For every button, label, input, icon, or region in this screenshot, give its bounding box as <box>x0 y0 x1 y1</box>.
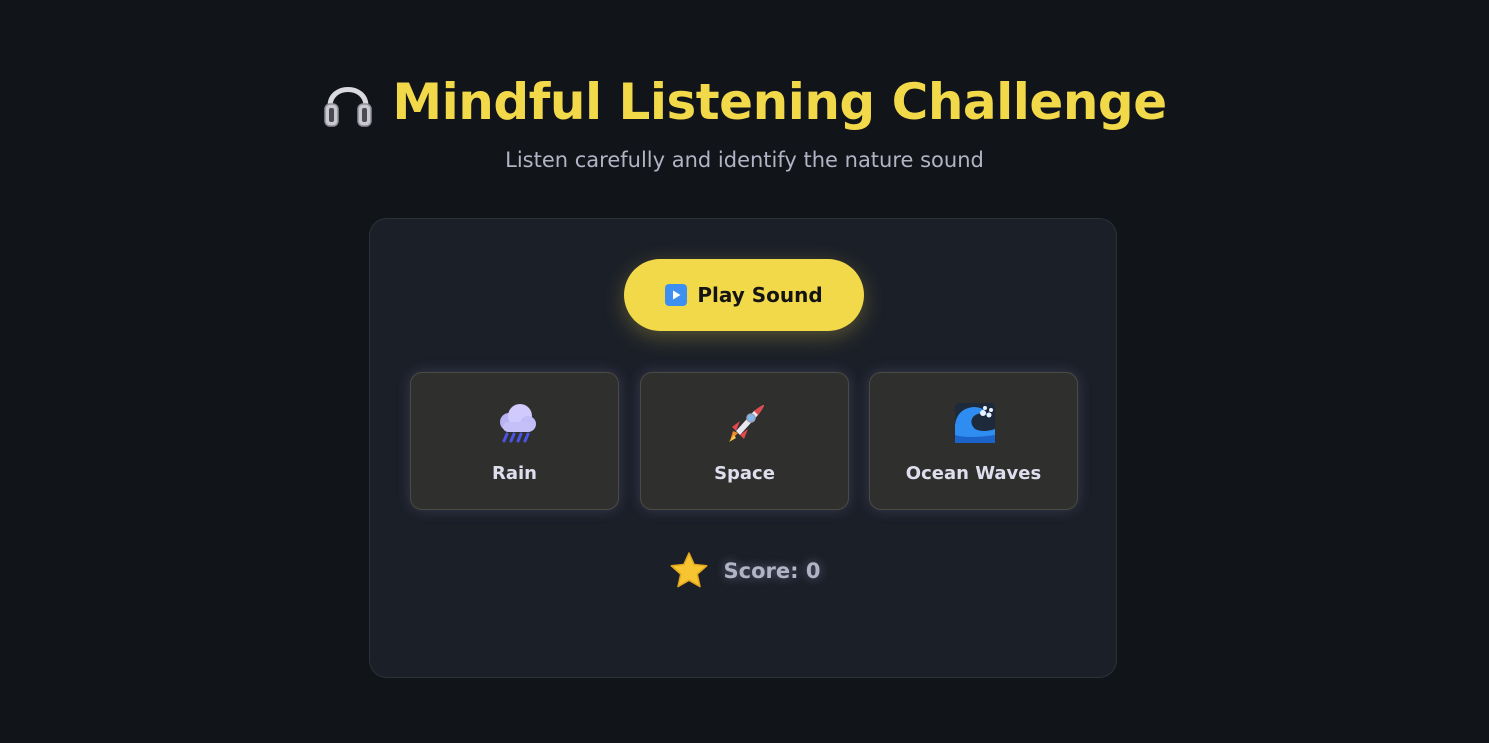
play-icon <box>665 284 688 306</box>
option-rain[interactable]: Rain <box>410 372 619 510</box>
option-label: Space <box>714 463 775 484</box>
option-space[interactable]: Space <box>640 372 849 510</box>
option-label: Rain <box>492 463 537 484</box>
play-sound-label: Play Sound <box>697 283 823 307</box>
option-ocean-waves[interactable]: Ocean Waves <box>869 372 1078 510</box>
sound-options: Rain Space Ocean Waves <box>410 372 1078 510</box>
page-subtitle: Listen carefully and identify the nature… <box>505 148 984 172</box>
score: Score: 0 <box>370 549 1118 593</box>
header: Mindful Listening Challenge <box>0 70 1489 134</box>
page: Mindful Listening Challenge Listen caref… <box>0 0 1489 743</box>
headphones-icon <box>324 87 373 127</box>
option-label: Ocean Waves <box>905 463 1042 484</box>
game-card: Play Sound Rain Space Ocean Waves Score:… <box>369 218 1117 678</box>
play-sound-button[interactable]: Play Sound <box>624 259 864 331</box>
rain-cloud-icon <box>500 404 536 443</box>
wave-icon <box>955 403 995 443</box>
page-title: Mindful Listening Challenge <box>392 73 1167 131</box>
star-icon <box>670 552 707 588</box>
rocket-icon <box>729 405 764 442</box>
score-text: Score: 0 <box>723 559 821 583</box>
